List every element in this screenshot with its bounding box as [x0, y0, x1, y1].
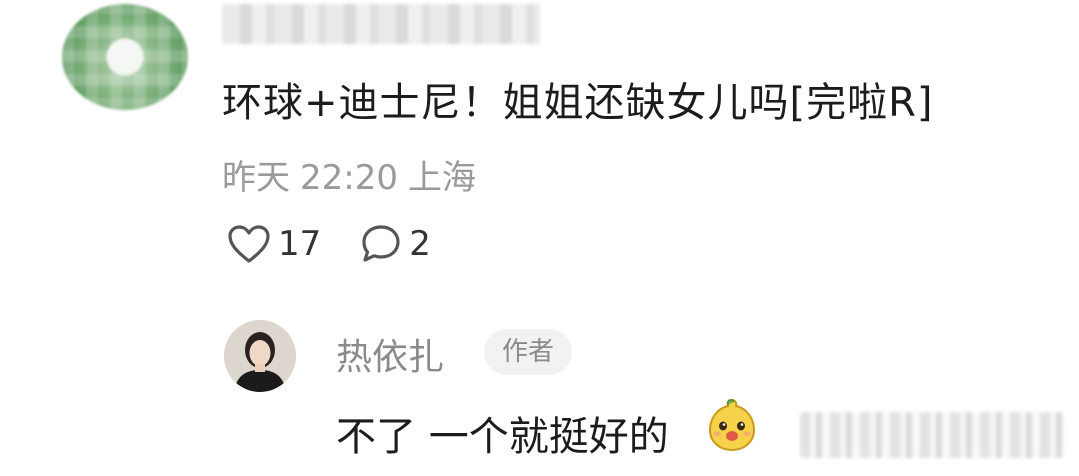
- like-count: 17: [278, 224, 322, 264]
- like-button[interactable]: 17: [226, 223, 321, 265]
- comment-thread: 环球+迪士尼！姐姐还缺女儿吗[完啦R] 昨天 22:20 上海 17 2 热依扎…: [0, 0, 1079, 476]
- commenter-avatar[interactable]: [62, 4, 188, 110]
- comment-date: 昨天: [222, 158, 290, 198]
- reply-text: 不了 一个就挺好的: [336, 414, 669, 460]
- comment-meta: 昨天 22:20 上海: [222, 150, 486, 199]
- comment-time: 22:20: [300, 158, 398, 198]
- reply-button[interactable]: 2: [359, 222, 431, 266]
- comment-location: 上海: [407, 158, 476, 198]
- speech-bubble-icon: [359, 222, 403, 266]
- reply-count: 2: [409, 224, 431, 264]
- yellow-mascot-emoji-icon: [706, 396, 758, 454]
- commenter-name-pixelated[interactable]: [222, 4, 540, 44]
- comment-text: 环球+迪士尼！姐姐还缺女儿吗[完啦R]: [222, 80, 934, 126]
- watermark-pixelated: [800, 412, 1064, 458]
- author-name[interactable]: 热依扎: [336, 328, 444, 380]
- comment-actions: 17 2: [226, 218, 469, 270]
- author-badge: 作者: [484, 329, 573, 375]
- author-avatar[interactable]: [224, 320, 296, 392]
- heart-outline-icon: [226, 223, 272, 265]
